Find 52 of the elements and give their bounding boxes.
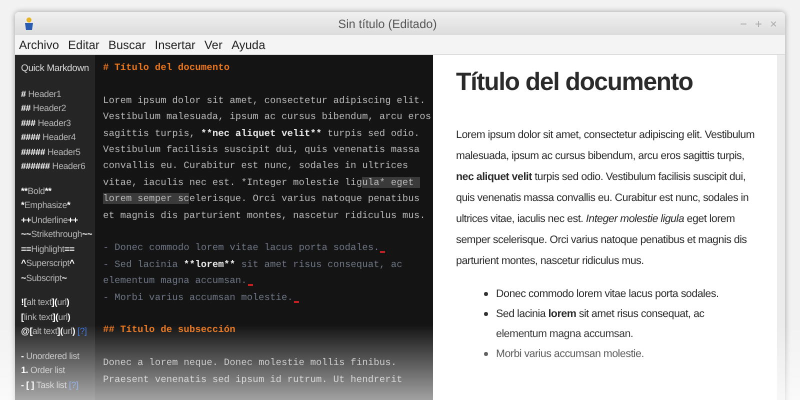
scrollbar[interactable] (777, 55, 785, 400)
menu-item[interactable]: Ayuda (231, 36, 266, 54)
markdown-snippet[interactable]: # Header1 (21, 86, 89, 101)
menu-item[interactable]: Buscar (108, 36, 146, 54)
window-title: Sin título (Editado) (337, 16, 438, 32)
list-item-text: Sed lacinia lorem sit amet risus consequat, ac elementum magna accumsan. (496, 307, 706, 342)
editor-line: lorem semper scelerisque. Orci varius natoque penatibus (103, 192, 420, 206)
markdown-snippet[interactable]: 1. Order list (21, 363, 89, 378)
markdown-snippet[interactable]: ###### Header6 (21, 159, 89, 174)
editor-line: Vestibulum malesuada, ipsum ac cursus bibendum, arcu eros (103, 110, 432, 124)
list-item-text: Morbi varius accumsan molestie. (496, 347, 644, 362)
editor-line: elementum magna accumsan. (103, 273, 253, 290)
editor-line: - Morbi varius accumsan molestie. (103, 290, 299, 306)
editor-line: convallis eu. Curabitur est nunc, sodales in ultrices (103, 159, 408, 174)
markdown-snippet[interactable]: ++Underline++ (21, 212, 89, 227)
markdown-snippet[interactable]: #### Header4 (21, 130, 89, 144)
editor-line: sagittis turpis, **nec aliquet velit** turpis sed odio. (103, 126, 420, 141)
markdown-snippet[interactable]: ^Superscript^ (21, 256, 89, 270)
editor-line: Vestibulum facilisis suscipit dui, quis venenatis massa (103, 143, 420, 158)
markdown-snippet[interactable]: ~Subscript~ (21, 270, 89, 285)
menu-item[interactable]: Archivo (19, 36, 60, 54)
bullet-icon (484, 312, 488, 316)
bullet-icon (484, 352, 488, 356)
preview-heading: Título del documento (456, 67, 693, 97)
editor-line: - Donec commodo lorem vitae lacus porta sodales. (103, 240, 386, 257)
markdown-snippet[interactable]: *Emphasize* (21, 198, 89, 212)
markdown-snippet[interactable]: - Unordered list (21, 348, 89, 363)
editor-line: vitae, iaculis nec est. *Integer molestie ligula* eget (103, 174, 420, 192)
markdown-snippet[interactable]: ##### Header5 (21, 144, 89, 159)
markdown-snippet[interactable]: ==Highlight== (21, 242, 89, 256)
markdown-snippet[interactable]: ![alt text](url) (21, 295, 89, 310)
panel-title: Quick Markdown (21, 62, 89, 76)
editor-line: Praesent venenatis sed ipsum id rutrum. Ut hendrerit (103, 372, 402, 387)
markdown-snippet[interactable]: @[alt text](url) [?] (21, 324, 89, 338)
markdown-snippet[interactable]: **Bold** (21, 184, 89, 198)
editor-line: ## Título de subsección (103, 323, 236, 338)
menu-item[interactable]: Insertar (154, 36, 196, 54)
editor-line: - Sed lacinia **lorem** sit amet risus consequat, ac (103, 258, 402, 272)
markdown-snippet[interactable]: [link text](url) (21, 310, 89, 324)
bullet-icon (484, 292, 488, 296)
editor-line: et magnis dis parturient montes, nascetur ridiculus mus. (103, 208, 426, 223)
menu-item[interactable]: Editar (68, 36, 100, 54)
menu-item[interactable]: Ver (204, 36, 222, 54)
list-item-text: Donec commodo lorem vitae lacus porta sodales. (496, 287, 719, 302)
app-logo-icon (23, 16, 35, 30)
editor-line: Lorem ipsum dolor sit amet, consectetur adipiscing elit. (103, 94, 426, 108)
editor-line: # Título del documento (103, 61, 230, 75)
preview-paragraph: Lorem ipsum dolor sit amet, consectetur adipiscing elit. Vestibulum malesuada, ipsum ac cursus bibendum, arcu eros sagittis turpis, nec aliquet velit turpis sed odio. Vestibulum facilisis suscipit dui, quis venenatis massa convallis eu. Curabitur est nunc, sodales in ultrices vitae, iaculis nec est. Integer molestie ligula eget lorem semper scelerisque. Orci varius natoque penatibus et magnis dis parturient montes, nascetur ridiculus mus. (456, 128, 756, 269)
editor-line: Donec a lorem neque. Donec molestie mollis finibus. (103, 356, 397, 370)
markdown-snippet[interactable]: ### Header3 (21, 116, 89, 130)
markdown-editor[interactable] (95, 55, 433, 400)
markdown-snippet[interactable]: ## Header2 (21, 101, 89, 116)
